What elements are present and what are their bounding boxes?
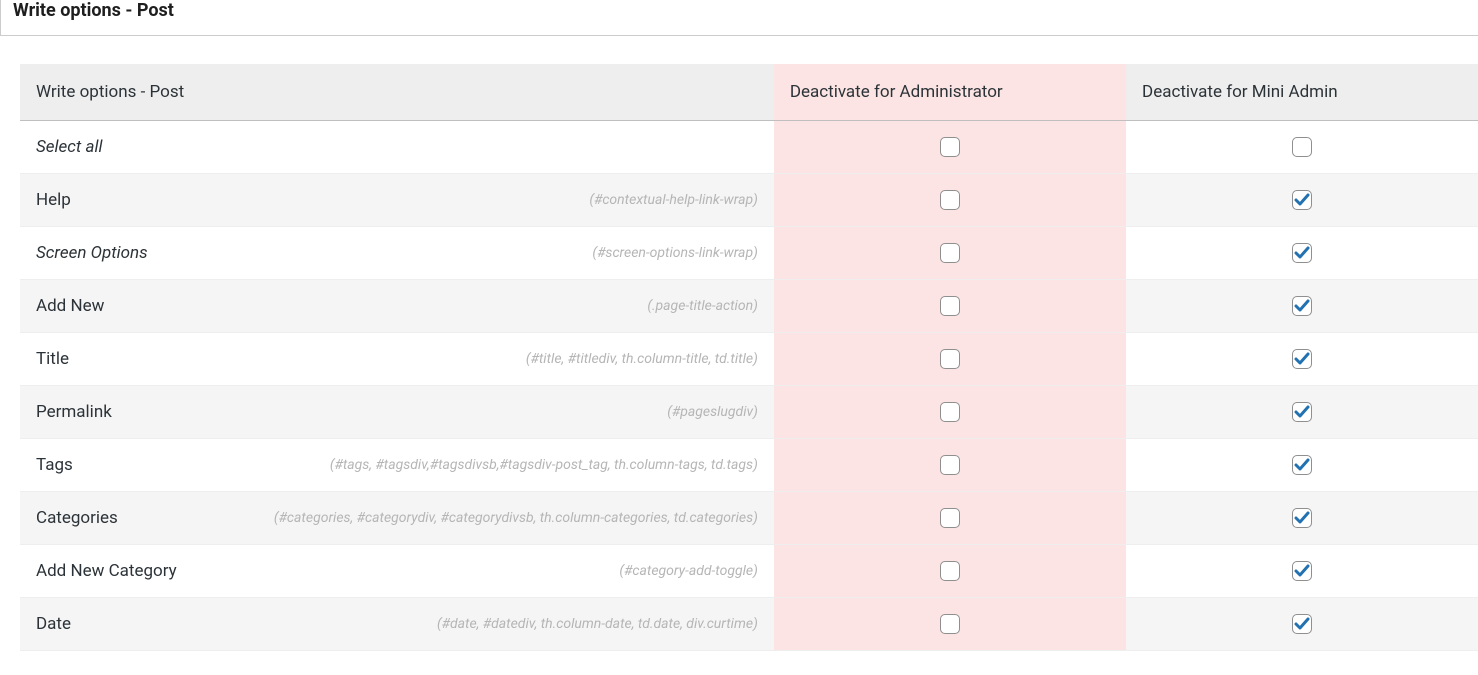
option-label: Title — [36, 349, 69, 369]
table-row: Permalink (#pageslugdiv) — [20, 386, 1478, 439]
admin-checkbox[interactable] — [940, 402, 960, 422]
table-row: Date (#date, #datediv, th.column-date, td… — [20, 598, 1478, 651]
mini-cell — [1126, 227, 1478, 280]
admin-cell — [774, 333, 1126, 386]
admin-cell — [774, 439, 1126, 492]
mini-cell — [1126, 386, 1478, 439]
mini-cell — [1126, 492, 1478, 545]
option-cell: Screen Options (#screen-options-link-wrap… — [20, 227, 774, 279]
admin-checkbox[interactable] — [940, 349, 960, 369]
option-cell: Categories (#categories, #categorydiv, #c… — [20, 492, 774, 544]
option-cell: Select all — [20, 121, 774, 173]
option-label: Screen Options — [36, 243, 148, 263]
table-row: Categories (#categories, #categorydiv, #c… — [20, 492, 1478, 545]
option-selector: (#tags, #tagsdiv,#tagsdivsb,#tagsdiv-pos… — [310, 457, 758, 473]
option-label: Tags — [36, 455, 73, 475]
options-table: Write options - Post Deactivate for Admi… — [20, 64, 1478, 651]
option-label: Select all — [36, 137, 102, 157]
mini-checkbox[interactable] — [1292, 561, 1312, 581]
mini-cell — [1126, 174, 1478, 227]
option-label: Permalink — [36, 402, 112, 422]
option-selector: (#contextual-help-link-wrap) — [569, 192, 758, 208]
admin-checkbox[interactable] — [940, 190, 960, 210]
mini-cell — [1126, 121, 1478, 174]
mini-cell — [1126, 598, 1478, 651]
admin-checkbox[interactable] — [940, 296, 960, 316]
admin-checkbox[interactable] — [940, 455, 960, 475]
table-row: Title (#title, #titlediv, th.column-title… — [20, 333, 1478, 386]
mini-checkbox[interactable] — [1292, 614, 1312, 634]
column-mini-header: Deactivate for Mini Admin — [1126, 64, 1478, 121]
option-cell: Tags (#tags, #tagsdiv,#tagsdivsb,#tagsdiv… — [20, 439, 774, 491]
option-selector: (#pageslugdiv) — [647, 404, 758, 420]
option-cell: Add New (.page-title-action) — [20, 280, 774, 332]
mini-checkbox[interactable] — [1292, 402, 1312, 422]
column-admin-header: Deactivate for Administrator — [774, 64, 1126, 121]
mini-cell — [1126, 545, 1478, 598]
mini-checkbox[interactable] — [1292, 243, 1312, 263]
option-cell: Help (#contextual-help-link-wrap) — [20, 174, 774, 226]
options-table-body: Select all Help (#contextual-help-link-wra… — [20, 121, 1478, 651]
option-selector: (#screen-options-link-wrap) — [572, 245, 757, 261]
admin-checkbox[interactable] — [940, 508, 960, 528]
option-selector: (#date, #datediv, th.column-date, td.dat… — [417, 616, 758, 632]
table-row: Help (#contextual-help-link-wrap) — [20, 174, 1478, 227]
mini-cell — [1126, 439, 1478, 492]
option-selector: (#categories, #categorydiv, #categorydiv… — [254, 510, 758, 526]
option-cell: Date (#date, #datediv, th.column-date, td… — [20, 598, 774, 650]
mini-cell — [1126, 333, 1478, 386]
option-selector: (.page-title-action) — [627, 298, 758, 314]
table-header-row: Write options - Post Deactivate for Admi… — [20, 64, 1478, 121]
admin-cell — [774, 227, 1126, 280]
table-row: Screen Options (#screen-options-link-wrap… — [20, 227, 1478, 280]
option-label: Date — [36, 614, 71, 634]
admin-cell — [774, 121, 1126, 174]
admin-checkbox[interactable] — [940, 243, 960, 263]
admin-checkbox[interactable] — [940, 614, 960, 634]
table-row: Add New Category (#category-add-toggle) — [20, 545, 1478, 598]
admin-cell — [774, 174, 1126, 227]
admin-cell — [774, 545, 1126, 598]
option-selector: (#title, #titlediv, th.column-title, td.… — [506, 351, 758, 367]
option-selector: (#category-add-toggle) — [599, 563, 757, 579]
admin-checkbox[interactable] — [940, 561, 960, 581]
option-label: Categories — [36, 508, 118, 528]
mini-checkbox[interactable] — [1292, 349, 1312, 369]
table-row: Add New (.page-title-action) — [20, 280, 1478, 333]
admin-cell — [774, 386, 1126, 439]
page-header: Write options - Post — [0, 0, 1478, 36]
option-cell: Permalink (#pageslugdiv) — [20, 386, 774, 438]
mini-checkbox[interactable] — [1292, 508, 1312, 528]
page-title: Write options - Post — [13, 0, 1478, 21]
mini-checkbox[interactable] — [1292, 190, 1312, 210]
option-label: Help — [36, 190, 71, 210]
admin-cell — [774, 492, 1126, 545]
admin-checkbox[interactable] — [940, 137, 960, 157]
mini-checkbox[interactable] — [1292, 296, 1312, 316]
mini-cell — [1126, 280, 1478, 333]
options-table-wrap: Write options - Post Deactivate for Admi… — [0, 64, 1478, 651]
column-option-header: Write options - Post — [20, 64, 774, 121]
mini-checkbox[interactable] — [1292, 455, 1312, 475]
admin-cell — [774, 598, 1126, 651]
option-label: Add New — [36, 296, 104, 316]
table-row: Tags (#tags, #tagsdiv,#tagsdivsb,#tagsdiv… — [20, 439, 1478, 492]
option-label: Add New Category — [36, 561, 177, 581]
table-row: Select all — [20, 121, 1478, 174]
mini-checkbox[interactable] — [1292, 137, 1312, 157]
admin-cell — [774, 280, 1126, 333]
option-cell: Title (#title, #titlediv, th.column-title… — [20, 333, 774, 385]
option-cell: Add New Category (#category-add-toggle) — [20, 545, 774, 597]
